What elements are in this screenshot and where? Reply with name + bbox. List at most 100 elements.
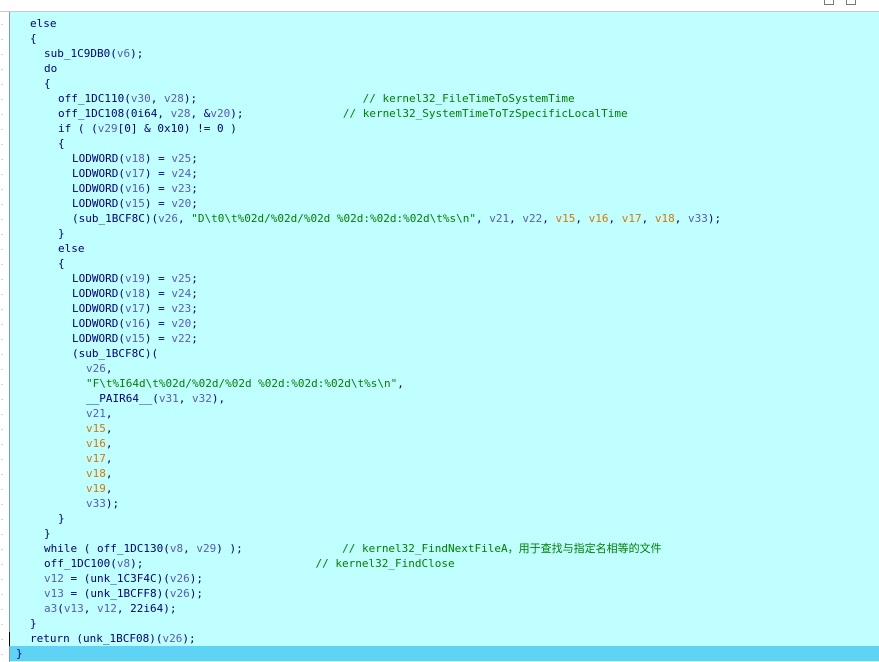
code-line[interactable]: do	[10, 61, 57, 76]
code-token-var[interactable]: v22	[522, 212, 542, 225]
code-token-fn[interactable]: sub_1C9DB0(	[44, 47, 117, 60]
code-token-var[interactable]: v15	[125, 332, 145, 345]
code-line[interactable]: a3(v13, v12, 22i64);	[10, 601, 177, 616]
code-token-var[interactable]: v28	[164, 92, 184, 105]
code-token-fn[interactable]: __PAIR64__(	[86, 392, 159, 405]
code-token-var[interactable]: v24	[171, 287, 191, 300]
code-line[interactable]: off_1DC110(v30, v28); // kernel32_FileTi…	[10, 91, 575, 106]
code-line[interactable]: (sub_1BCF8C)(	[10, 346, 158, 361]
code-line[interactable]: {	[10, 256, 65, 271]
code-token-var[interactable]: v26	[86, 362, 106, 375]
code-token-var[interactable]: v8	[170, 542, 183, 555]
code-line[interactable]: LODWORD(v16) = v23;	[10, 181, 198, 196]
code-line[interactable]: sub_1C9DB0(v6);	[10, 46, 143, 61]
code-token-var[interactable]: v21	[86, 407, 106, 420]
pseudocode-view[interactable]: else{sub_1C9DB0(v6); do{off_1DC110(v30, v…	[10, 12, 879, 662]
code-token-hl[interactable]: v17	[622, 212, 642, 225]
code-line[interactable]: while ( off_1DC130(v8, v29) ); // kernel…	[10, 541, 662, 556]
code-token-var[interactable]: v18	[125, 152, 145, 165]
code-token-fn[interactable]: LODWORD(	[72, 287, 125, 300]
code-token-fn[interactable]: off_1DC108(	[58, 107, 131, 120]
code-line[interactable]: }	[10, 616, 37, 631]
code-token-fn[interactable]: LODWORD(	[72, 197, 125, 210]
code-token-var[interactable]: v22	[171, 332, 191, 345]
code-line[interactable]: }	[10, 511, 65, 526]
code-line[interactable]: v26,	[10, 361, 113, 376]
code-token-var[interactable]: v8	[117, 557, 130, 570]
restore-button[interactable]	[824, 0, 834, 5]
code-token-var[interactable]: v26	[158, 212, 178, 225]
code-token-fn[interactable]: LODWORD(	[72, 272, 125, 285]
code-token-fn[interactable]: LODWORD(	[72, 302, 125, 315]
code-token-var[interactable]: v17	[125, 302, 145, 315]
code-line[interactable]: (sub_1BCF8C)(v26, "D\t0\t%02d/%02d/%02d …	[10, 211, 721, 226]
code-token-fn[interactable]: LODWORD(	[72, 332, 125, 345]
code-token-var[interactable]: v29	[98, 122, 118, 135]
code-line[interactable]: LODWORD(v18) = v24;	[10, 286, 198, 301]
code-token-fn[interactable]: off_1DC110(	[58, 92, 131, 105]
code-token-var[interactable]: v33	[688, 212, 708, 225]
code-line[interactable]: LODWORD(v15) = v20;	[10, 196, 198, 211]
code-line[interactable]: v19,	[10, 481, 113, 496]
code-token-var[interactable]: v23	[171, 182, 191, 195]
code-line[interactable]: v15,	[10, 421, 113, 436]
code-line[interactable]: }	[10, 226, 65, 241]
code-token-hl[interactable]: v16	[589, 212, 609, 225]
code-token-hl[interactable]: v16	[86, 437, 106, 450]
code-line[interactable]: off_1DC108(0i64, v28, &v20); // kernel32…	[10, 106, 628, 121]
code-line[interactable]: LODWORD(v15) = v22;	[10, 331, 198, 346]
code-token-fn[interactable]: sub_1BCF8C	[79, 347, 145, 360]
code-token-fn[interactable]: unk_1BCFF8	[90, 587, 156, 600]
code-token-hl[interactable]: v18	[86, 467, 106, 480]
code-line[interactable]: v33);	[10, 496, 119, 511]
code-line[interactable]: v17,	[10, 451, 113, 466]
code-token-var[interactable]: v28	[171, 107, 191, 120]
code-token-hl[interactable]: v15	[556, 212, 576, 225]
code-token-var[interactable]: v25	[171, 152, 191, 165]
code-token-var[interactable]: v31	[159, 392, 179, 405]
code-token-var[interactable]: v26	[170, 572, 190, 585]
code-token-fn[interactable]: off_1DC100(	[44, 557, 117, 570]
code-token-hl[interactable]: v19	[86, 482, 106, 495]
code-token-var[interactable]: v6	[117, 47, 130, 60]
code-line[interactable]: else	[10, 16, 57, 31]
code-line[interactable]: v12 = (unk_1C3F4C)(v26);	[10, 571, 203, 586]
code-token-var[interactable]: v20	[210, 107, 230, 120]
code-line[interactable]: {	[10, 76, 51, 91]
code-line[interactable]: off_1DC100(v8); // kernel32_FindClose	[10, 556, 455, 571]
code-token-fn[interactable]: LODWORD(	[72, 317, 125, 330]
code-token-var[interactable]: v13	[64, 602, 84, 615]
code-line[interactable]: v18,	[10, 466, 113, 481]
code-line[interactable]: __PAIR64__(v31, v32),	[10, 391, 225, 406]
code-line[interactable]: else	[10, 241, 85, 256]
code-token-var[interactable]: v23	[171, 302, 191, 315]
code-line[interactable]: LODWORD(v19) = v25;	[10, 271, 198, 286]
code-line[interactable]: if ( (v29[0] & 0x10) != 0 )	[10, 121, 237, 136]
code-line[interactable]: LODWORD(v17) = v24;	[10, 166, 198, 181]
code-token-var[interactable]: v16	[125, 182, 145, 195]
code-line[interactable]: LODWORD(v18) = v25;	[10, 151, 198, 166]
code-token-var[interactable]: a3	[44, 602, 57, 615]
code-line[interactable]: v13 = (unk_1BCFF8)(v26);	[10, 586, 203, 601]
code-token-fn[interactable]: sub_1BCF8C	[79, 212, 145, 225]
code-token-fn[interactable]: LODWORD(	[72, 152, 125, 165]
code-token-var[interactable]: v24	[171, 167, 191, 180]
code-line[interactable]: LODWORD(v16) = v20;	[10, 316, 198, 331]
code-token-var[interactable]: v19	[125, 272, 145, 285]
code-token-var[interactable]: v33	[86, 497, 106, 510]
code-token-hl[interactable]: v18	[655, 212, 675, 225]
code-token-var[interactable]: v25	[171, 272, 191, 285]
code-line[interactable]: {	[10, 136, 65, 151]
code-token-fn[interactable]: LODWORD(	[72, 182, 125, 195]
code-token-var[interactable]: v17	[125, 167, 145, 180]
code-token-var[interactable]: v16	[125, 317, 145, 330]
code-line[interactable]: return (unk_1BCF08)(v26);	[10, 631, 196, 646]
current-code-line[interactable]: }	[10, 646, 879, 661]
code-token-var[interactable]: v20	[171, 197, 191, 210]
code-token-var[interactable]: v18	[125, 287, 145, 300]
code-token-var[interactable]: v26	[170, 587, 190, 600]
code-token-var[interactable]: v21	[489, 212, 509, 225]
code-token-var[interactable]: v29	[196, 542, 216, 555]
code-line[interactable]: LODWORD(v17) = v23;	[10, 301, 198, 316]
code-token-hl[interactable]: v17	[86, 452, 106, 465]
